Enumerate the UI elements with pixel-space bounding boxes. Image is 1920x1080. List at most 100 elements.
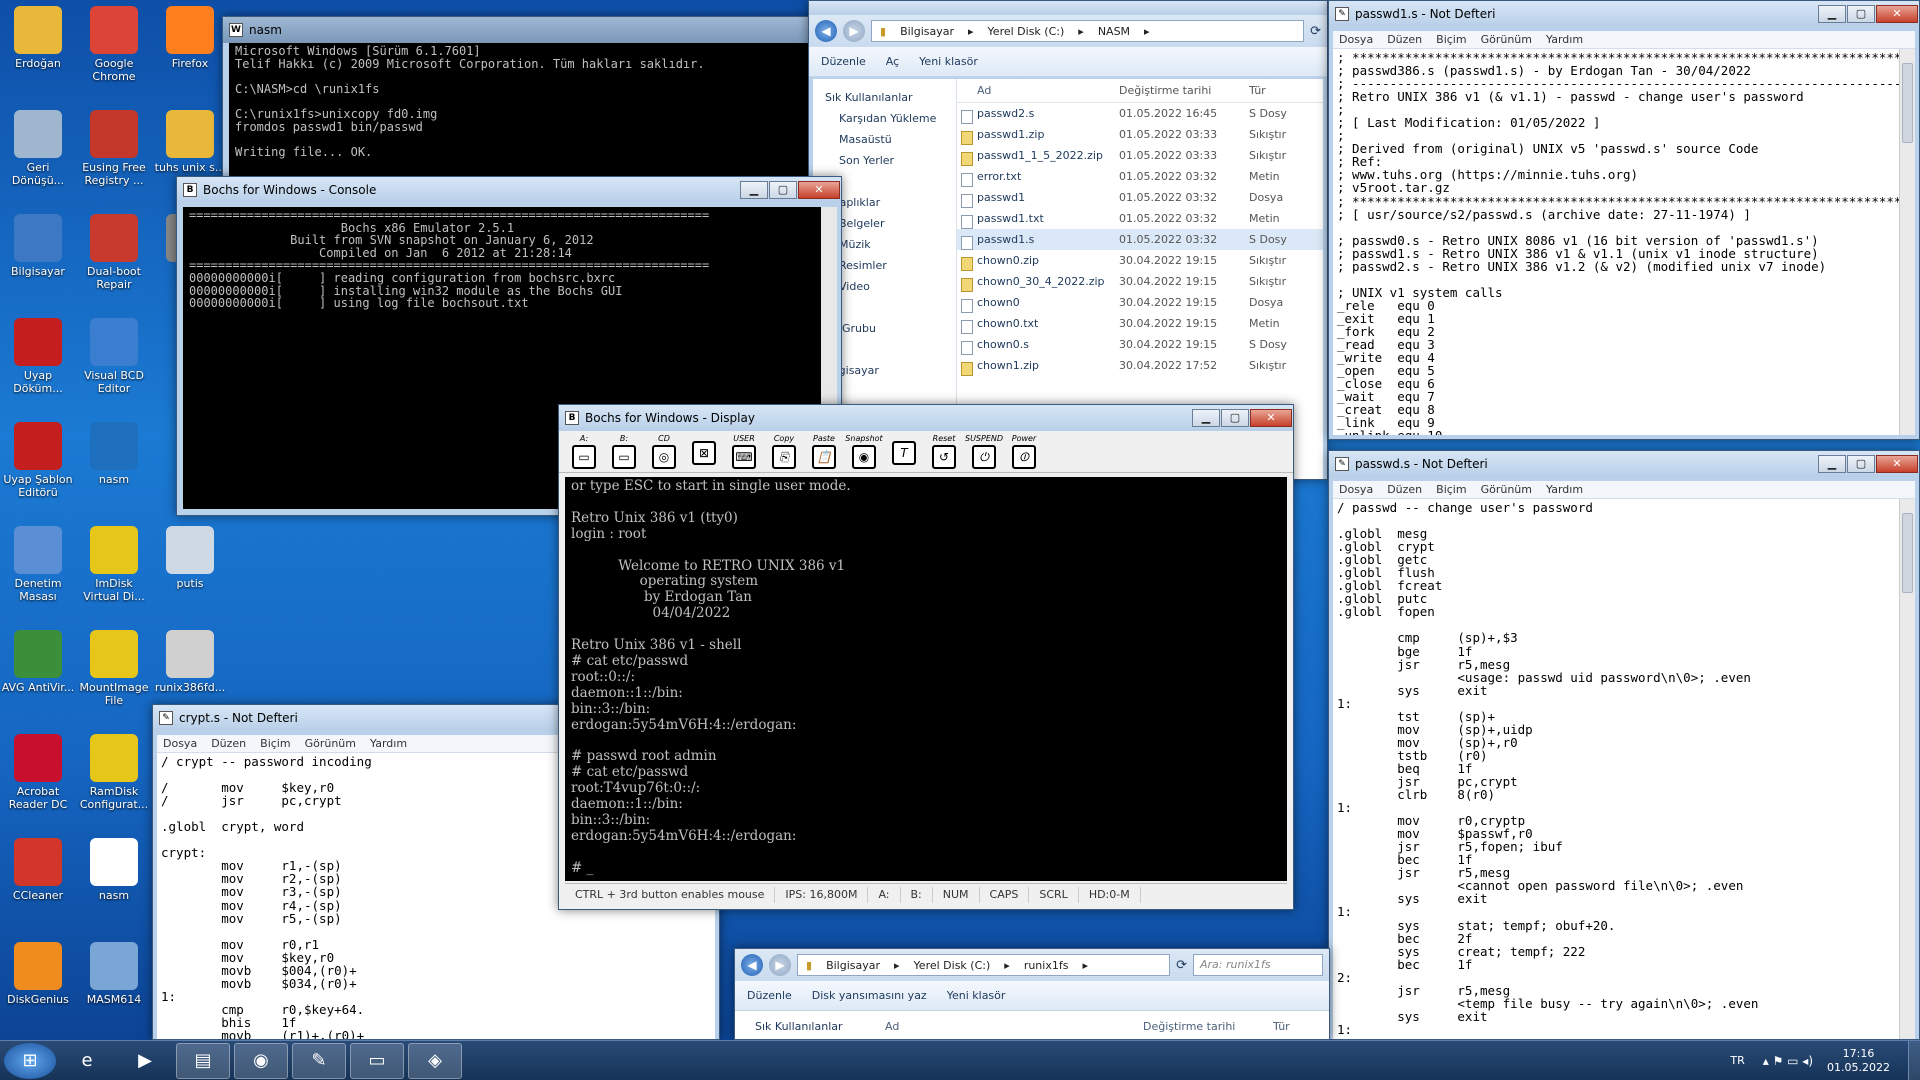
desktop-icon[interactable]: nasm — [76, 422, 152, 486]
file-row[interactable]: passwd1.txt 01.05.2022 03:32 Metin — [957, 208, 1323, 229]
menu-format[interactable]: Biçim — [260, 737, 290, 750]
file-row[interactable]: chown0.txt 30.04.2022 19:15 Metin — [957, 313, 1323, 334]
desktop-icon[interactable]: nasm — [76, 838, 152, 902]
close-button[interactable]: ✕ — [1876, 5, 1918, 23]
nav-item[interactable]: Masaüstü — [821, 129, 956, 150]
notepad-passwd-titlebar[interactable]: ✎ passwd.s - Not Defteri ▁ ▢ ✕ — [1329, 451, 1919, 477]
clock[interactable]: 17:16 01.05.2022 — [1827, 1047, 1890, 1075]
bochs-toolbar-button[interactable]: B: ▭ — [607, 434, 641, 469]
maximize-button[interactable]: ▢ — [1221, 409, 1249, 427]
media-player-icon[interactable]: ▶ — [118, 1043, 172, 1079]
bochs-toolbar-button[interactable]: A: ▭ — [567, 434, 601, 469]
search-input[interactable]: Ara: runix1fs — [1193, 954, 1323, 976]
desktop-icon[interactable]: Uyap Şablon Editörü — [0, 422, 76, 499]
open-button[interactable]: Aç — [886, 55, 899, 68]
breadcrumb-item[interactable]: Yerel Disk (C:) — [988, 25, 1065, 38]
menu-help[interactable]: Yardım — [1546, 33, 1583, 46]
menu-view[interactable]: Görünüm — [1481, 33, 1532, 46]
desktop-icon[interactable]: tuhs unix s... — [152, 110, 228, 174]
close-button[interactable]: ✕ — [1876, 455, 1918, 473]
nav-favorites[interactable]: Sık Kullanılanlar — [735, 1020, 885, 1033]
breadcrumb-item[interactable]: Bilgisayar — [826, 959, 880, 972]
vertical-scrollbar[interactable] — [1899, 49, 1915, 435]
desktop-icon[interactable]: Geri Dönüşü... — [0, 110, 76, 187]
maximize-button[interactable]: ▢ — [769, 181, 797, 199]
notepad-passwd1-window[interactable]: ✎ passwd1.s - Not Defteri ▁ ▢ ✕ Dosya Düzen B… — [1328, 0, 1920, 440]
bochs-toolbar-button[interactable]: USER ⌨ — [727, 434, 761, 469]
vertical-scrollbar[interactable] — [1899, 499, 1915, 1039]
desktop-icon[interactable]: DiskGenius — [0, 942, 76, 1006]
desktop-icon[interactable]: RamDisk Configurat... — [76, 734, 152, 811]
bochs-toolbar-button[interactable]: Power ⏼ — [1007, 434, 1041, 469]
bochs-screen[interactable]: or type ESC to start in single user mode… — [565, 477, 1287, 881]
nav-item[interactable]: Sık Kullanılanlar — [821, 87, 956, 108]
menu-edit[interactable]: Düzen — [211, 737, 246, 750]
desktop-icon[interactable]: Eusing Free Registry ... — [76, 110, 152, 187]
notepad-passwd-text[interactable]: / passwd -- change user's password .glob… — [1333, 499, 1915, 1038]
minimize-button[interactable]: ▁ — [1818, 455, 1846, 473]
notepad-passwd-window[interactable]: ✎ passwd.s - Not Defteri ▁ ▢ ✕ Dosya Düzen Bi… — [1328, 450, 1920, 1040]
file-row[interactable]: chown0_30_4_2022.zip 30.04.2022 19:15 Sıkı… — [957, 271, 1323, 292]
bochs-display-titlebar[interactable]: B Bochs for Windows - Display ▁ ▢ ✕ — [559, 405, 1293, 431]
cmd-window[interactable]: Wnasm Microsoft Windows [Sürüm 6.1.7601]… — [222, 16, 822, 196]
desktop-icon[interactable]: Firefox — [152, 6, 228, 70]
breadcrumb-item[interactable]: Bilgisayar — [900, 25, 954, 38]
tray-icons[interactable]: ▴ ⚑ ▭ ◂) — [1763, 1054, 1813, 1068]
desktop-icon[interactable]: Acrobat Reader DC — [0, 734, 76, 811]
breadcrumb-item[interactable]: Yerel Disk (C:) — [914, 959, 991, 972]
organize-button[interactable]: Düzenle — [821, 55, 866, 68]
breadcrumb[interactable]: ▮ Bilgisayar ▸ Yerel Disk (C:) ▸ NASM ▸ — [871, 20, 1305, 42]
file-row[interactable]: passwd2.s 01.05.2022 16:45 S Dosy — [957, 103, 1323, 124]
file-row[interactable]: error.txt 01.05.2022 03:32 Metin — [957, 166, 1323, 187]
breadcrumb-item[interactable]: NASM — [1098, 25, 1130, 38]
file-row[interactable]: chown0 30.04.2022 19:15 Dosya — [957, 292, 1323, 313]
bochs-toolbar-button[interactable]: ⊠ — [687, 439, 721, 465]
desktop-icon[interactable]: Google Chrome — [76, 6, 152, 83]
desktop-icon[interactable]: runix386fd... — [152, 630, 228, 694]
file-row[interactable]: chown1.zip 30.04.2022 17:52 Sıkıştır — [957, 355, 1323, 376]
bochs-toolbar-button[interactable]: T — [887, 439, 921, 465]
menu-file[interactable]: Dosya — [163, 737, 197, 750]
forward-icon[interactable]: ▶ — [769, 954, 791, 976]
burn-disc-image-button[interactable]: Disk yansımasını yaz — [812, 989, 927, 1002]
file-row[interactable]: chown0.zip 30.04.2022 19:15 Sıkıştır — [957, 250, 1323, 271]
breadcrumb-item[interactable]: runix1fs — [1024, 959, 1069, 972]
ie-icon[interactable]: e — [60, 1043, 114, 1079]
desktop-icon[interactable]: putis — [152, 526, 228, 590]
bochs-toolbar-button[interactable]: Reset ↺ — [927, 434, 961, 469]
bochs-toolbar-button[interactable]: Copy ⎘ — [767, 434, 801, 469]
column-name[interactable]: Ad — [885, 1020, 1143, 1033]
back-icon[interactable]: ◀ — [741, 954, 763, 976]
new-folder-button[interactable]: Yeni klasör — [947, 989, 1006, 1002]
menu-file[interactable]: Dosya — [1339, 33, 1373, 46]
menu-file[interactable]: Dosya — [1339, 483, 1373, 496]
breadcrumb[interactable]: ▮ Bilgisayar ▸ Yerel Disk (C:) ▸ runix1fs ▸ — [797, 954, 1171, 976]
chrome-icon[interactable]: ◉ — [234, 1042, 288, 1079]
start-orb-icon[interactable]: ⊞ — [4, 1042, 56, 1079]
desktop-icon[interactable]: AVG AntiVir... — [0, 630, 76, 694]
desktop-icon[interactable]: Uyap Döküm... — [0, 318, 76, 395]
column-date[interactable]: Değiştirme tarihi — [1143, 1020, 1273, 1033]
language-indicator[interactable]: TR — [1730, 1054, 1744, 1067]
desktop-icon[interactable]: CCleaner — [0, 838, 76, 902]
column-name[interactable]: Ad — [957, 84, 1119, 97]
explorer-titlebar[interactable] — [809, 1, 1327, 15]
desktop-icon[interactable]: MountImage File — [76, 630, 152, 707]
explorer-icon[interactable]: ▤ — [176, 1042, 230, 1079]
file-row[interactable]: passwd1.zip 01.05.2022 03:33 Sıkıştır — [957, 124, 1323, 145]
file-row[interactable]: passwd1_1_5_2022.zip 01.05.2022 03:33 Sıkı… — [957, 145, 1323, 166]
close-button[interactable]: ✕ — [1250, 409, 1292, 427]
explorer-window-runix1fs[interactable]: ◀ ▶ ▮ Bilgisayar ▸ Yerel Disk (C:) ▸ runix… — [734, 948, 1330, 1040]
cmd-output[interactable]: Microsoft Windows [Sürüm 6.1.7601] Telif… — [229, 43, 821, 195]
forward-icon[interactable]: ▶ — [843, 20, 865, 42]
refresh-icon[interactable]: ⟳ — [1310, 24, 1321, 39]
bochs-toolbar-button[interactable]: SUSPEND ⏻ — [965, 434, 1003, 469]
organize-button[interactable]: Düzenle — [747, 989, 792, 1002]
column-type[interactable]: Tür — [1249, 84, 1309, 97]
cmd-icon[interactable]: ▭ — [350, 1042, 404, 1079]
bochs-console-titlebar[interactable]: B Bochs for Windows - Console ▁ ▢ ✕ — [177, 177, 841, 203]
minimize-button[interactable]: ▁ — [1818, 5, 1846, 23]
bochs-display-window[interactable]: B Bochs for Windows - Display ▁ ▢ ✕ A: ▭ B: ▭ C… — [558, 404, 1294, 910]
minimize-button[interactable]: ▁ — [1192, 409, 1220, 427]
bochs-icon[interactable]: ◈ — [408, 1042, 462, 1079]
